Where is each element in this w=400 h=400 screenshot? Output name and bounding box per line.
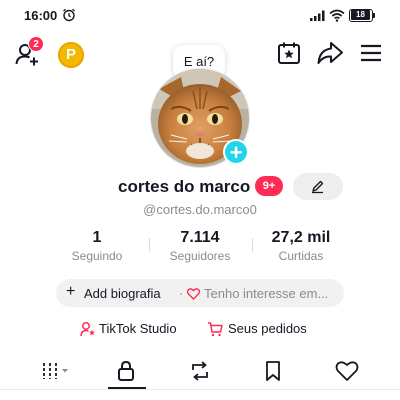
heart-icon[interactable] xyxy=(335,360,359,382)
alarm-icon xyxy=(63,8,75,22)
stat-likes[interactable]: 27,2 mil Curtidas xyxy=(246,229,356,263)
status-time: 16:00 xyxy=(24,8,58,23)
signal-icon xyxy=(310,10,325,21)
edit-profile-button[interactable] xyxy=(293,173,343,200)
battery-icon: 18 xyxy=(349,9,375,22)
followers-label: Seguidores xyxy=(169,249,231,263)
studio-icon xyxy=(80,322,95,337)
add-bio-button[interactable]: Add biografia xyxy=(84,286,161,301)
stat-following[interactable]: 1 Seguindo xyxy=(42,229,152,263)
coin-icon[interactable]: P xyxy=(58,42,84,68)
grid-filter-icon[interactable] xyxy=(40,360,72,382)
stat-followers[interactable]: 7.114 Seguidores xyxy=(145,229,255,263)
followers-count: 7.114 xyxy=(180,229,220,246)
menu-icon[interactable] xyxy=(359,42,383,64)
inbox-badge[interactable]: 9+ xyxy=(255,176,283,196)
tiktok-studio-link[interactable]: TikTok Studio xyxy=(99,321,177,336)
bio-separator: · xyxy=(179,286,184,301)
add-avatar-button[interactable]: + xyxy=(223,139,249,165)
repost-icon[interactable] xyxy=(189,360,211,382)
notification-badge: 2 xyxy=(28,36,44,52)
tabs-divider xyxy=(0,389,400,390)
likes-label: Curtidas xyxy=(278,249,324,263)
following-count: 1 xyxy=(92,229,102,246)
bookmark-icon[interactable] xyxy=(263,360,283,382)
following-label: Seguindo xyxy=(71,249,123,263)
share-icon[interactable] xyxy=(316,40,344,66)
cart-icon xyxy=(208,322,223,337)
calendar-star-icon[interactable] xyxy=(276,40,302,66)
battery-level: 18 xyxy=(351,10,370,20)
username: @cortes.do.marco0 xyxy=(143,202,257,217)
plus-icon[interactable]: + xyxy=(66,284,75,300)
wifi-icon xyxy=(329,9,345,22)
lock-icon[interactable] xyxy=(115,360,137,382)
heart-outline-icon[interactable] xyxy=(187,288,200,300)
display-name: cortes do marco xyxy=(118,177,251,196)
likes-count: 27,2 mil xyxy=(271,229,331,246)
pencil-icon xyxy=(312,180,324,194)
orders-link[interactable]: Seus pedidos xyxy=(228,321,307,336)
interests-button[interactable]: Tenho interesse em... xyxy=(204,286,328,301)
